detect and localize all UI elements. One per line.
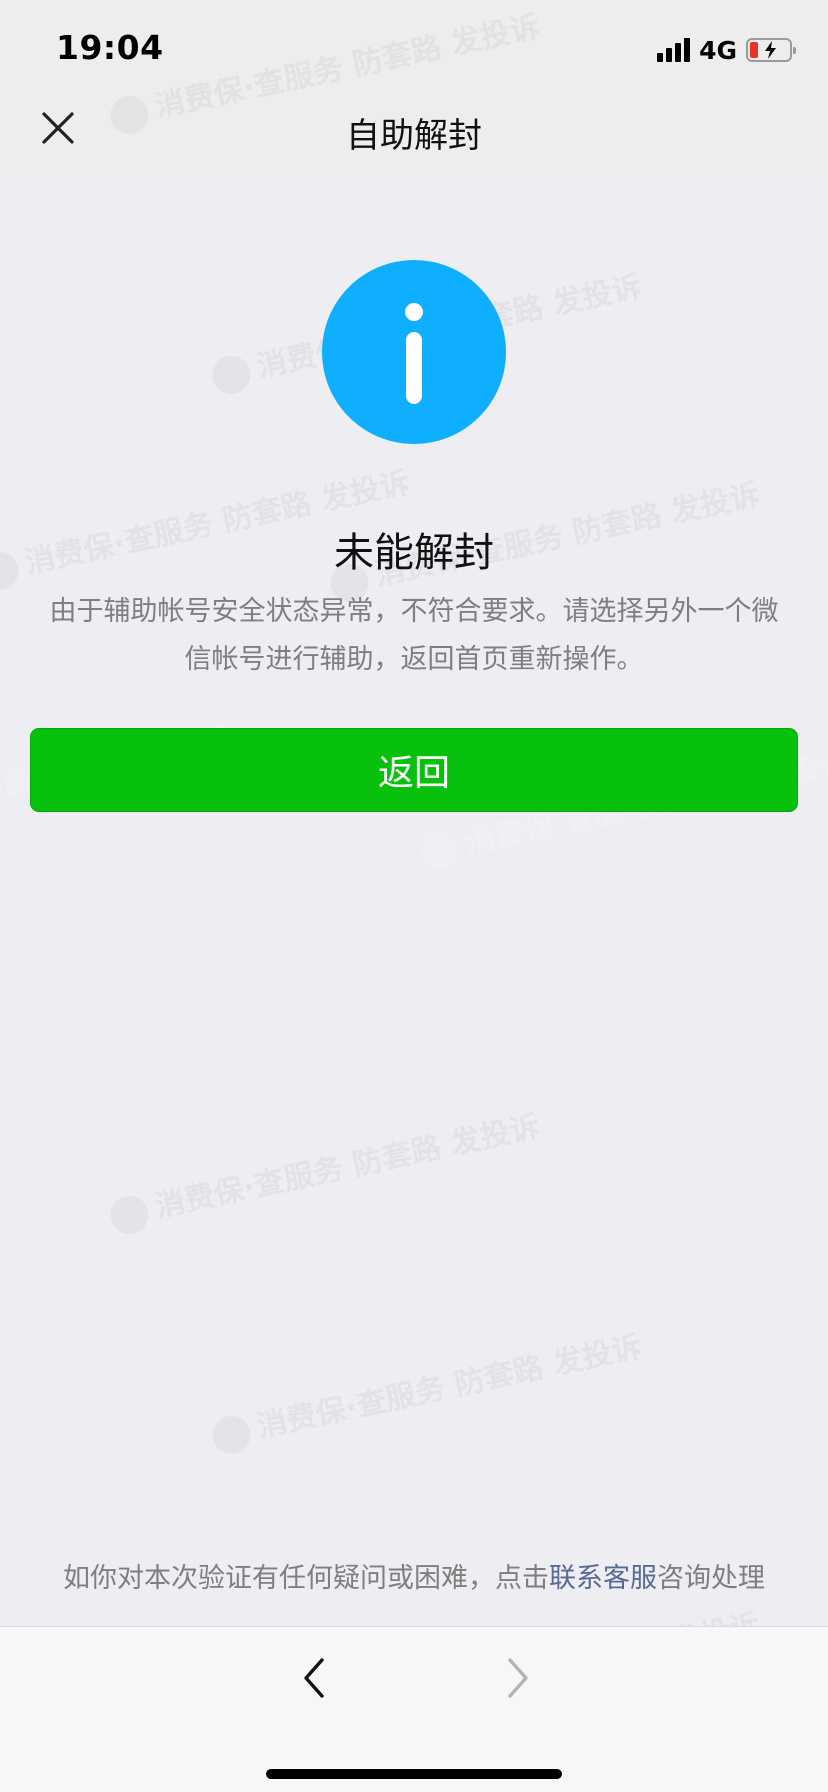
watermark-logo-icon [416, 827, 462, 874]
page-title: 自助解封 [346, 116, 482, 156]
watermark-logo-icon [208, 351, 254, 398]
watermark: 消费保·查服务 防套路 发投诉 [207, 1321, 645, 1458]
info-icon [322, 260, 506, 444]
back-button[interactable]: 返回 [30, 728, 798, 812]
status-time: 19:04 [56, 28, 164, 67]
signal-icon [657, 38, 691, 62]
battery-level [750, 42, 758, 58]
watermark: 消费保·查服务 防套路 发投诉 [105, 1101, 543, 1238]
battery-icon [746, 38, 796, 62]
contact-support-link[interactable]: 联系客服 [549, 1563, 657, 1594]
help-prefix: 如你对本次验证有任何疑问或困难，点击 [63, 1563, 549, 1594]
watermark-logo-icon [106, 1191, 152, 1238]
chevron-left-icon[interactable] [296, 1655, 332, 1701]
chevron-right-icon[interactable] [500, 1655, 536, 1701]
bottom-nav-bar [0, 1626, 828, 1792]
result-description: 由于辅助帐号安全状态异常，不符合要求。请选择另外一个微信帐号进行辅助，返回首页重… [49, 596, 779, 675]
charging-bolt-icon [765, 41, 776, 59]
home-indicator [266, 1769, 562, 1779]
help-suffix: 咨询处理 [657, 1563, 765, 1594]
result-title: 未能解封 [334, 530, 494, 576]
network-type: 4G [699, 35, 737, 65]
status-indicators: 4G [657, 34, 796, 66]
watermark-logo-icon [208, 1411, 254, 1458]
help-text: 如你对本次验证有任何疑问或困难，点击联系客服咨询处理 [0, 1556, 828, 1595]
